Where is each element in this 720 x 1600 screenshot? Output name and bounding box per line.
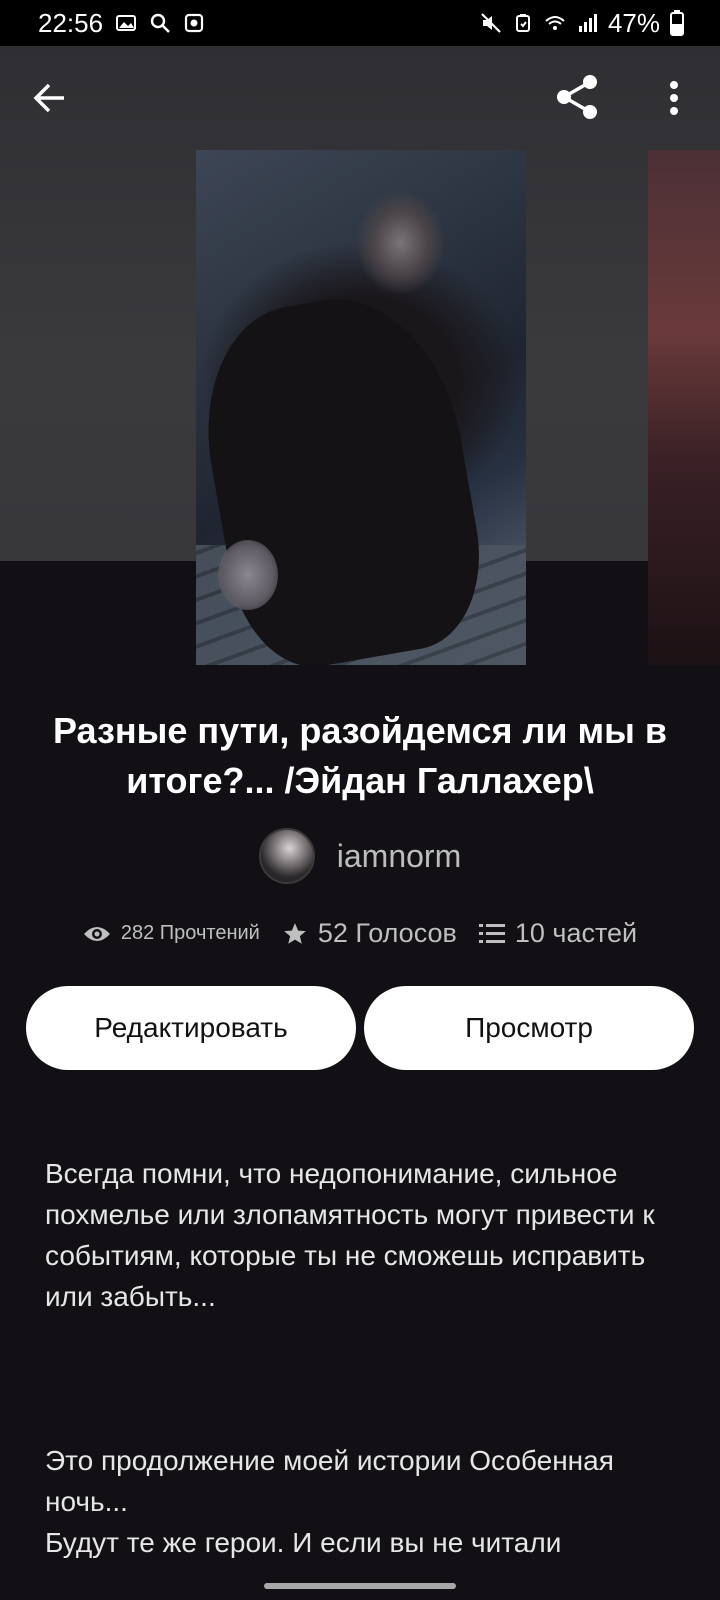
story-description-continued: Это продолжение моей истории Особенная н…	[45, 1440, 675, 1563]
back-button[interactable]	[22, 70, 78, 126]
author-name[interactable]: iamnorm	[337, 838, 461, 875]
author-row[interactable]: iamnorm	[0, 828, 720, 884]
battery-percent: 47%	[607, 7, 660, 38]
parts-stat: 10 частей	[478, 918, 638, 949]
list-icon	[478, 923, 505, 943]
next-story-cover[interactable]	[648, 150, 720, 665]
story-description: Всегда помни, что недопонимание, сильное…	[45, 1153, 675, 1317]
status-bar: 22:56 47%	[0, 0, 720, 46]
status-right: 47%	[480, 8, 684, 39]
reads-count: 282 Прочтений	[120, 922, 260, 944]
more-options-button[interactable]	[650, 70, 698, 126]
screenshot-icon	[184, 13, 204, 33]
cover-hand-decor	[218, 540, 278, 610]
reads-stat: 282 Прочтений	[83, 922, 260, 945]
status-time: 22:56	[38, 7, 104, 38]
votes-count: 52 Голосов	[317, 918, 457, 948]
search-icon	[150, 13, 170, 33]
share-button[interactable]	[548, 68, 606, 126]
description-paragraph-2-line-2: Будут те же герои. И если вы не читали	[45, 1527, 562, 1558]
description-paragraph-2-line-1: Это продолжение моей истории Особенная н…	[45, 1445, 614, 1517]
view-button[interactable]: Просмотр	[364, 986, 694, 1070]
parts-count: 10 частей	[514, 918, 638, 948]
story-cover-image[interactable]	[196, 150, 526, 665]
story-title: Разные пути, разойдемся ли мы в итоге?..…	[52, 710, 668, 801]
arrow-left-icon	[33, 83, 64, 113]
battery-icon	[670, 10, 684, 36]
wifi-icon	[545, 16, 565, 30]
description-paragraph-1: Всегда помни, что недопонимание, сильное…	[45, 1158, 655, 1312]
more-vert-icon	[670, 81, 678, 115]
votes-stat: 52 Голосов	[282, 918, 457, 949]
top-toolbar	[0, 46, 720, 146]
mute-icon	[481, 13, 501, 33]
gallery-icon	[116, 15, 137, 31]
story-stats: 282 Прочтений 52 Голосов 10 частей	[0, 918, 720, 949]
home-indicator[interactable]	[264, 1583, 456, 1589]
author-avatar[interactable]	[258, 828, 315, 884]
status-left: 22:56	[38, 8, 205, 39]
edit-button[interactable]: Редактировать	[26, 986, 356, 1070]
eye-icon	[83, 926, 110, 941]
share-icon	[557, 75, 597, 119]
alarm-icon	[515, 14, 530, 32]
signal-icon	[578, 14, 597, 32]
star-icon	[284, 922, 306, 944]
